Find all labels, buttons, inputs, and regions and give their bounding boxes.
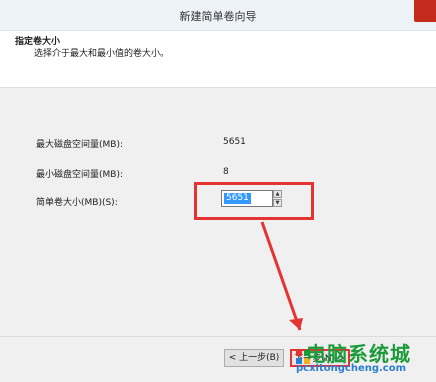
stepper-up-icon[interactable]: ▲ — [273, 190, 282, 198]
stepper-down-icon[interactable]: ▼ — [273, 199, 282, 207]
min-size-label: 最小磁盘空间量(MB): — [36, 170, 123, 180]
max-size-label: 最大磁盘空间量(MB): — [36, 140, 123, 150]
watermark: 电脑系统城 pcxitongcheng.com — [296, 338, 436, 381]
volume-size-label: 简单卷大小(MB)(S): — [36, 198, 118, 208]
min-size-value: 8 — [223, 167, 229, 177]
title-bar: 新建简单卷向导 — [0, 0, 436, 31]
close-button[interactable] — [414, 0, 436, 22]
back-button[interactable]: < 上一步(B) — [224, 349, 284, 367]
wizard-header: 指定卷大小 选择介于最大和最小值的卷大小。 — [0, 31, 436, 88]
volume-size-stepper[interactable]: ▲ ▼ — [273, 190, 282, 207]
volume-size-input[interactable]: 5651 — [221, 190, 273, 207]
window-title: 新建简单卷向导 — [179, 10, 257, 23]
max-size-value: 5651 — [223, 137, 246, 147]
page-subtitle: 选择介于最大和最小值的卷大小。 — [34, 49, 170, 59]
watermark-url: pcxitongcheng.com — [296, 363, 407, 374]
volume-size-value: 5651 — [224, 193, 251, 204]
